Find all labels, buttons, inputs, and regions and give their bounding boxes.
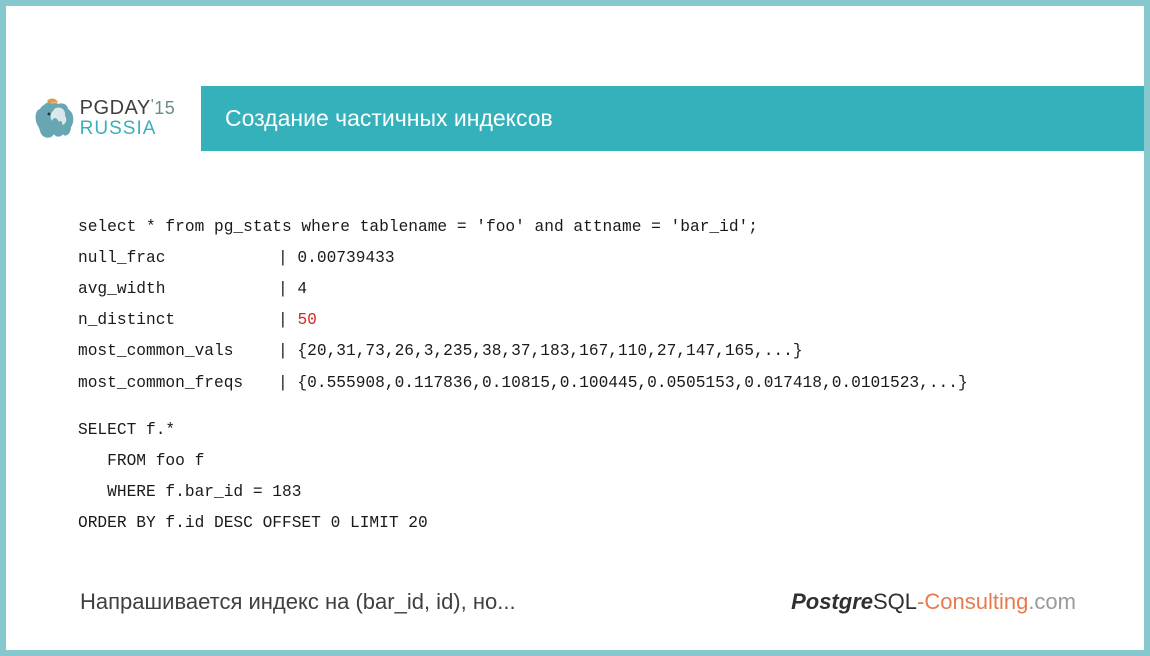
code-line: WHERE f.bar_id = 183 (78, 477, 1072, 508)
header-row: PGDAY'15 RUSSIA Создание частичных индек… (6, 81, 1144, 156)
code-line: select * from pg_stats where tablename =… (78, 212, 1072, 243)
logo-pgday: PGDAY (80, 97, 151, 119)
highlighted-value: 50 (297, 311, 316, 329)
brand-part-sql: SQL (873, 589, 917, 614)
slide-frame: PGDAY'15 RUSSIA Создание частичных индек… (0, 0, 1150, 656)
footer-brand: PostgreSQL-Consulting.com (791, 589, 1076, 615)
code-block: select * from pg_stats where tablename =… (78, 212, 1072, 539)
brand-part-consulting: Consulting (924, 589, 1028, 614)
code-line: most_common_freqs| {0.555908,0.117836,0.… (78, 368, 1072, 399)
code-line: most_common_vals| {20,31,73,26,3,235,38,… (78, 336, 1072, 367)
code-line: FROM foo f (78, 446, 1072, 477)
code-line: SELECT f.* (78, 415, 1072, 446)
title-bar: Создание частичных индексов (201, 86, 1144, 151)
brand-part-dotcom: .com (1028, 589, 1076, 614)
logo-text: PGDAY'15 RUSSIA (80, 98, 176, 139)
brand-part-postgre: Postgre (791, 589, 873, 614)
elephant-icon (32, 98, 76, 140)
spacer (78, 399, 1072, 415)
code-line: null_frac| 0.00739433 (78, 243, 1072, 274)
slide-title: Создание частичных индексов (225, 105, 553, 132)
logo-russia: RUSSIA (80, 119, 176, 139)
code-line: ORDER BY f.id DESC OFFSET 0 LIMIT 20 (78, 508, 1072, 539)
slide-note: Напрашивается индекс на (bar_id, id), но… (80, 589, 516, 615)
logo-year: 15 (154, 98, 175, 118)
code-line: avg_width| 4 (78, 274, 1072, 305)
code-line: n_distinct| 50 (78, 305, 1072, 336)
event-logo: PGDAY'15 RUSSIA (6, 98, 201, 140)
